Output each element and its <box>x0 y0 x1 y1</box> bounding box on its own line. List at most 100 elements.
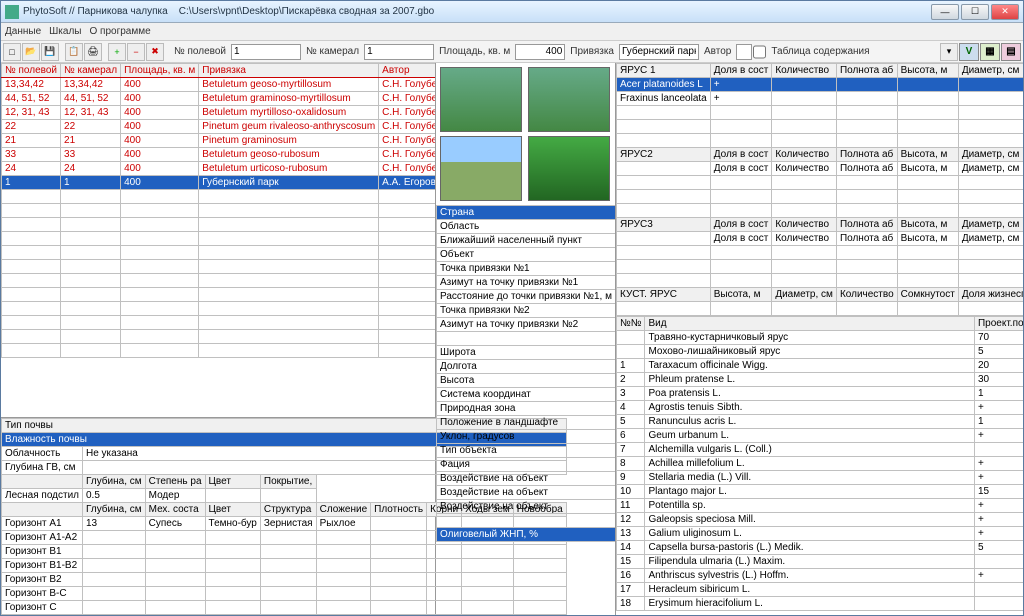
table-row[interactable] <box>2 218 436 232</box>
grid-icon[interactable]: ▤ <box>1001 43 1021 61</box>
save-icon[interactable]: 💾 <box>41 43 59 61</box>
table-row[interactable]: 44, 51, 5244, 51, 52400Betuletum gramino… <box>2 92 436 106</box>
table-row[interactable]: 2222400Pinetum geum rivaleoso-anthryscos… <box>2 120 436 134</box>
yarus-header[interactable]: Доля в сост <box>710 148 772 162</box>
yarus-header[interactable]: Полнота аб <box>836 148 897 162</box>
thumbnail-1[interactable] <box>440 67 522 132</box>
table-row[interactable] <box>2 260 436 274</box>
table-row[interactable]: 2424400Betuletum urticoso-rubosumС.Н. Го… <box>2 162 436 176</box>
menu-about[interactable]: О программе <box>89 26 150 37</box>
property-row[interactable]: Фация <box>437 458 616 472</box>
author-input[interactable] <box>736 44 752 60</box>
species-row[interactable]: 2Phleum pratense L.30 <box>617 373 1024 387</box>
yarus-header[interactable]: Полнота аб <box>836 64 897 78</box>
main-col-header[interactable]: № камерал <box>61 64 121 78</box>
property-row[interactable]: Азимут на точку привязки №2 <box>437 318 616 332</box>
menu-data[interactable]: Данные <box>5 26 41 37</box>
yarus-row[interactable]: Доля в состКоличествоПолнота абВысота, м… <box>617 162 1024 176</box>
table-row[interactable] <box>2 190 436 204</box>
yarus-header[interactable]: Высота, м <box>710 288 772 302</box>
table-row[interactable] <box>2 204 436 218</box>
yarus-header[interactable]: Сомкнутост <box>897 288 958 302</box>
bind-input[interactable] <box>619 44 699 60</box>
copy-icon[interactable]: 📋 <box>65 43 83 61</box>
yarus-header[interactable]: ЯРУС3 <box>617 218 711 232</box>
species-row[interactable]: 7Alchemilla vulgaris L. (Coll.)Ед <box>617 443 1024 457</box>
property-row[interactable]: Природная зонасеверная та <box>437 402 616 416</box>
property-row[interactable]: СтранаРоссия <box>437 206 616 220</box>
minimize-button[interactable]: — <box>931 4 959 20</box>
species-row[interactable]: 4Agrostis tenuis Sibth.+ <box>617 401 1024 415</box>
cam-no-input[interactable] <box>364 44 434 60</box>
property-row[interactable]: Долгота <box>437 360 616 374</box>
yarus-header[interactable]: КУСТ. ЯРУС <box>617 288 711 302</box>
table-row[interactable]: 12, 31, 4312, 31, 43400Betuletum myrtill… <box>2 106 436 120</box>
main-col-header[interactable]: № полевой <box>2 64 61 78</box>
species-row[interactable]: 12Galeopsis speciosa Mill.+ <box>617 513 1024 527</box>
yarus-header[interactable]: Диаметр, см <box>958 218 1023 232</box>
table-row[interactable]: 11400Губернский паркА.А. Егоров, Г <box>2 176 436 190</box>
property-row[interactable]: Тип объектаПарк <box>437 444 616 458</box>
property-row[interactable]: Система координатСК-42 <box>437 388 616 402</box>
thumbnail-3[interactable] <box>440 136 522 201</box>
species-row[interactable]: 17Heracleum sibiricum L.Ед <box>617 583 1024 597</box>
species-row[interactable]: 15Filipendula ulmaria (L.) Maxim.Ед <box>617 555 1024 569</box>
property-row[interactable]: Расстояние до точки привязки №1, м <box>437 290 616 304</box>
property-row[interactable]: Ближайший населенный пунктПетрозавод <box>437 234 616 248</box>
export-icon[interactable]: ▦ <box>980 43 1000 61</box>
yarus-header[interactable]: Доля жизнесп <box>958 288 1023 302</box>
property-row[interactable]: ОбластьКарелия <box>437 220 616 234</box>
property-row[interactable]: Высота <box>437 374 616 388</box>
yarus-header[interactable]: Количество <box>836 288 897 302</box>
v-button[interactable]: V <box>959 43 979 61</box>
species-row[interactable]: 16Anthriscus sylvestris (L.) Hoffm.+ <box>617 569 1024 583</box>
species-row[interactable]: 1Taraxacum officinale Wigg.20 <box>617 359 1024 373</box>
table-row[interactable] <box>2 316 436 330</box>
property-row[interactable] <box>437 514 616 528</box>
species-row[interactable]: 14Capsella bursa-pastoris (L.) Medik.5 <box>617 541 1024 555</box>
species-row[interactable]: 13Galium uliginosum L.+ <box>617 527 1024 541</box>
table-row[interactable] <box>2 302 436 316</box>
properties-table[interactable]: СтранаРоссияОбластьКарелияБлижайший насе… <box>436 205 615 542</box>
yarus-row[interactable]: Доля в состКоличествоПолнота абВысота, м… <box>617 232 1024 246</box>
yarus-header[interactable]: Диаметр, см <box>772 288 837 302</box>
species-row[interactable]: Травяно-кустарничковый ярус70 <box>617 331 1024 345</box>
yarus-header[interactable]: Полнота аб <box>836 218 897 232</box>
yarus-header[interactable]: Высота, м <box>897 64 958 78</box>
species-row[interactable]: 18Erysimum hieracifolium L.Ед <box>617 597 1024 611</box>
property-row[interactable]: Широта <box>437 346 616 360</box>
print-icon[interactable]: 🖨 <box>84 43 102 61</box>
yarus-header[interactable]: Диаметр, см <box>958 148 1023 162</box>
delete-icon[interactable]: ✖ <box>146 43 164 61</box>
yarus-header[interactable]: Количество <box>772 218 837 232</box>
yarus-header[interactable]: Количество <box>772 64 837 78</box>
property-row[interactable]: Точка привязки №1 <box>437 262 616 276</box>
table-row[interactable]: 2121400Pinetum graminosumС.Н. Голубев <box>2 134 436 148</box>
dropdown-icon[interactable]: ▾ <box>940 43 958 61</box>
table-row[interactable] <box>2 274 436 288</box>
species-row[interactable]: 10Plantago major L.15 <box>617 485 1024 499</box>
table-row[interactable] <box>2 330 436 344</box>
yarus-header[interactable]: ЯРУС 1 <box>617 64 711 78</box>
toc-checkbox[interactable] <box>753 44 766 60</box>
species-table[interactable]: №№ВидПроект.покВысота, смФенофаза Травян… <box>616 316 1023 611</box>
open-icon[interactable]: 📂 <box>22 43 40 61</box>
main-col-header[interactable]: Привязка <box>199 64 379 78</box>
yarus-row[interactable]: Fraxinus lanceolata+ <box>617 92 1024 106</box>
yarus-header[interactable]: Высота, м <box>897 218 958 232</box>
species-row[interactable]: 11Potentilla sp.+ <box>617 499 1024 513</box>
species-row[interactable]: 6Geum urbanum L.+ <box>617 429 1024 443</box>
table-row[interactable] <box>2 246 436 260</box>
species-col-header[interactable]: №№ <box>617 317 645 331</box>
main-col-header[interactable]: Автор <box>379 64 435 78</box>
main-col-header[interactable]: Площадь, кв. м <box>121 64 199 78</box>
yarus-header[interactable]: Доля в сост <box>710 218 772 232</box>
species-row[interactable]: 5Ranunculus acris L.1 <box>617 415 1024 429</box>
species-row[interactable]: 8Achillea millefolium L.+ <box>617 457 1024 471</box>
yarus-header[interactable]: Доля в сост <box>710 64 772 78</box>
maximize-button[interactable]: ☐ <box>961 4 989 20</box>
property-row[interactable]: ОбъектГубернский <box>437 248 616 262</box>
yarus-header[interactable]: Высота, м <box>897 148 958 162</box>
menu-scales[interactable]: Шкалы <box>49 26 81 37</box>
new-icon[interactable]: □ <box>3 43 21 61</box>
